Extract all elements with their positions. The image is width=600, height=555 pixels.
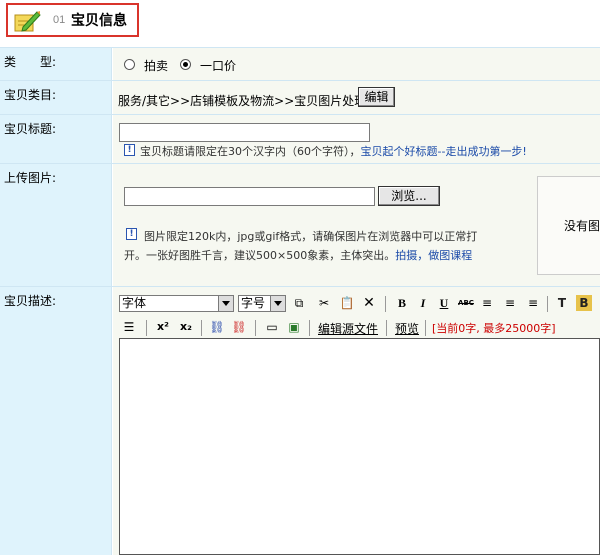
category-path: 服务/其它>>店铺模板及物流>>宝贝图片处理 <box>118 94 367 108</box>
toolbar-divider <box>386 320 387 336</box>
photo-course-link[interactable]: 拍摄，做图课程 <box>395 249 472 262</box>
pencil-note-icon <box>14 11 41 32</box>
toolbar-divider <box>385 296 386 312</box>
title-tip: 宝贝标题请限定在30个汉字内（60个字符）， <box>140 145 361 158</box>
edit-category-button[interactable]: 编辑 <box>358 87 395 107</box>
toolbar-divider <box>547 296 548 312</box>
align-right-icon[interactable]: ≡ <box>525 295 541 311</box>
type-value: 拍卖 一口价 <box>113 48 600 80</box>
type-label: 类 型: <box>0 48 112 80</box>
font-size-select[interactable]: 字号 <box>238 295 286 312</box>
title-value: ! 宝贝标题请限定在30个汉字内（60个字符），宝贝起个好标题--走出成功第一步… <box>113 115 600 163</box>
toolbar-divider <box>309 320 310 336</box>
text-color-icon[interactable]: T <box>554 295 570 311</box>
cut-icon[interactable]: ✂ <box>316 295 332 311</box>
character-count: [当前0字, 最多25000字] <box>432 322 556 335</box>
paste-icon[interactable]: 📋 <box>339 295 355 311</box>
italic-button[interactable]: I <box>415 295 431 311</box>
type-row: 类 型: 拍卖 一口价 <box>0 47 600 80</box>
toolbar-divider <box>425 320 426 336</box>
delete-icon[interactable]: ✕ <box>361 295 377 311</box>
image-preview: 没有图 <box>537 176 600 275</box>
horizontal-rule-icon[interactable]: ▭ <box>264 319 280 335</box>
info-icon: ! <box>126 228 137 240</box>
info-icon: ! <box>124 144 135 156</box>
category-value: 服务/其它>>店铺模板及物流>>宝贝图片处理 编辑 <box>113 81 600 114</box>
bullet-list-icon[interactable]: ☰ <box>121 319 137 335</box>
subscript-button[interactable]: x₂ <box>178 319 194 335</box>
fixed-price-radio[interactable] <box>180 59 191 70</box>
toolbar-divider <box>255 320 256 336</box>
description-label: 宝贝描述: <box>0 287 112 555</box>
fixed-price-radio-label[interactable]: 一口价 <box>200 57 236 74</box>
file-path-input[interactable] <box>124 187 375 206</box>
section-title: 宝贝信息 <box>71 13 127 29</box>
insert-link-icon[interactable]: ⛓ <box>209 319 225 335</box>
preview-button[interactable]: 预览 <box>395 320 419 337</box>
chevron-down-icon <box>270 296 285 311</box>
toolbar-divider <box>201 320 202 336</box>
title-input[interactable] <box>119 123 370 142</box>
chevron-down-icon <box>218 296 233 311</box>
category-label: 宝贝类目: <box>0 81 112 114</box>
description-row: 宝贝描述: 字体 字号 ⧉ ✂ 📋 ✕ B I U ABC ≡ ≡ ≡ T B … <box>0 286 600 555</box>
no-image-text: 没有图 <box>564 219 600 233</box>
font-family-select[interactable]: 字体 <box>119 295 234 312</box>
description-value: 字体 字号 ⧉ ✂ 📋 ✕ B I U ABC ≡ ≡ ≡ T B ☰ x² x… <box>113 287 600 555</box>
insert-image-icon[interactable]: ▣ <box>286 319 302 335</box>
underline-button[interactable]: U <box>436 295 452 311</box>
section-header: 01 宝贝信息 <box>0 0 600 46</box>
auction-radio-label[interactable]: 拍卖 <box>144 57 168 74</box>
title-label: 宝贝标题: <box>0 115 112 163</box>
background-color-icon[interactable]: B <box>576 295 592 311</box>
section-number: 01 <box>53 14 66 26</box>
align-center-icon[interactable]: ≡ <box>502 295 518 311</box>
title-help-link[interactable]: 宝贝起个好标题--走出成功第一步! <box>361 145 527 158</box>
upload-tip-line1: 图片限定120k内，jpg或gif格式，请确保图片在浏览器中可以正常打 <box>144 230 478 243</box>
auction-radio[interactable] <box>124 59 135 70</box>
upload-row: 上传图片: 浏览... ! 图片限定120k内，jpg或gif格式，请确保图片在… <box>0 163 600 286</box>
description-editor[interactable] <box>119 338 600 555</box>
upload-tip-line2: 开。一张好图胜千言，建议500×500象素，主体突出。 <box>124 249 396 262</box>
copy-icon[interactable]: ⧉ <box>291 295 307 311</box>
strikethrough-button[interactable]: ABC <box>456 295 476 311</box>
edit-source-button[interactable]: 编辑源文件 <box>318 320 378 337</box>
superscript-button[interactable]: x² <box>155 319 171 335</box>
upload-value: 浏览... ! 图片限定120k内，jpg或gif格式，请确保图片在浏览器中可以… <box>113 164 600 286</box>
browse-button[interactable]: 浏览... <box>378 186 440 206</box>
upload-label: 上传图片: <box>0 164 112 286</box>
bold-button[interactable]: B <box>394 295 410 311</box>
title-row: 宝贝标题: ! 宝贝标题请限定在30个汉字内（60个字符），宝贝起个好标题--走… <box>0 114 600 163</box>
section-title-box: 01 宝贝信息 <box>6 3 139 37</box>
toolbar-divider <box>146 320 147 336</box>
align-left-icon[interactable]: ≡ <box>479 295 495 311</box>
remove-link-icon[interactable]: ⛓ <box>231 319 247 335</box>
category-row: 宝贝类目: 服务/其它>>店铺模板及物流>>宝贝图片处理 编辑 <box>0 80 600 114</box>
